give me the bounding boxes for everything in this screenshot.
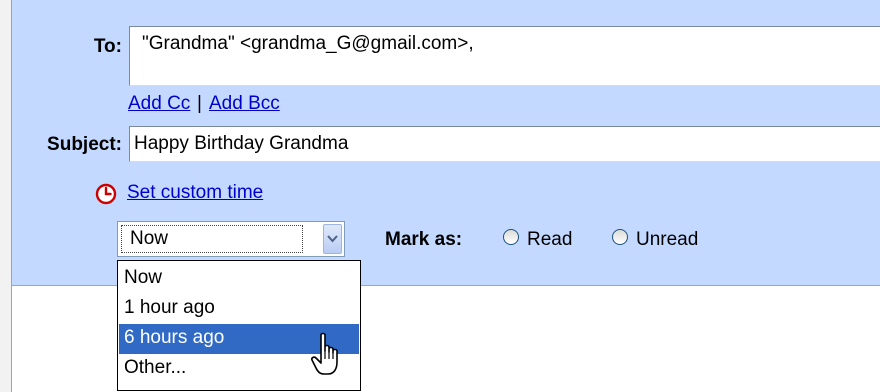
to-field[interactable]: "Grandma" <grandma_G@gmail.com>, (129, 26, 880, 86)
subject-label: Subject: (47, 134, 122, 155)
chevron-down-icon (327, 235, 338, 243)
time-option-now[interactable]: Now (119, 264, 359, 294)
cc-bcc-separator: | (197, 93, 202, 114)
hand-cursor-icon (311, 332, 338, 375)
add-bcc-link[interactable]: Add Bcc (209, 93, 280, 115)
mark-as-label: Mark as: (385, 229, 463, 250)
set-custom-time-link[interactable]: Set custom time (127, 182, 263, 204)
mark-unread-label: Unread (636, 229, 699, 250)
time-select-dropdown-button[interactable] (323, 224, 342, 254)
subject-field-value: Happy Birthday Grandma (134, 133, 349, 154)
to-label: To: (93, 36, 122, 57)
mark-read-radio[interactable] (503, 229, 519, 245)
time-select[interactable]: Now (117, 221, 345, 257)
to-field-value: "Grandma" <grandma_G@gmail.com>, (142, 33, 474, 54)
clock-icon (95, 183, 117, 205)
mark-read-label: Read (527, 229, 573, 250)
mark-unread-radio[interactable] (612, 229, 628, 245)
time-option-1-hour-ago[interactable]: 1 hour ago (119, 294, 359, 324)
subject-field[interactable]: Happy Birthday Grandma (129, 126, 880, 162)
add-cc-link[interactable]: Add Cc (128, 93, 190, 115)
time-select-value: Now (121, 225, 303, 253)
